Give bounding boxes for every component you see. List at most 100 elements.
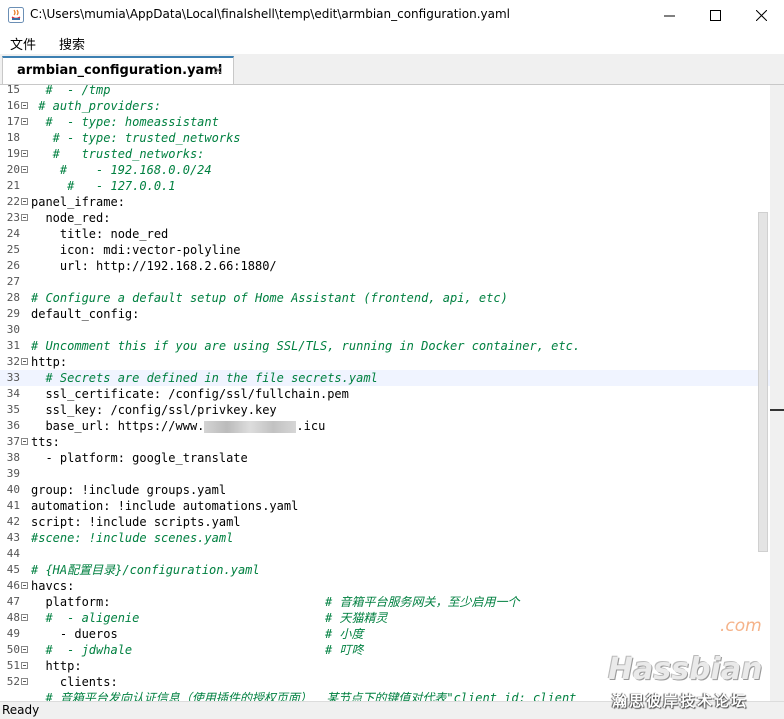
line-number: 15 [6,85,20,96]
code-line[interactable]: 32 http: [0,354,770,370]
code-line[interactable]: 37 tts: [0,434,770,450]
code-line[interactable]: 29 default_config: [0,306,770,322]
line-number: 24 [6,227,20,240]
code-line[interactable]: 23 node_red: [0,210,770,226]
code-line[interactable]: 41 automation: !include automations.yaml [0,498,770,514]
fold-toggle-icon[interactable] [21,166,28,173]
code-text: # - jdwhale # 叮咚 [31,643,364,657]
code-line[interactable]: 33 # Secrets are defined in the file sec… [0,370,770,386]
fold-toggle-icon[interactable] [21,214,28,221]
code-editor[interactable]: 15 # - /tmp 16 # auth_providers: 17 # - ty… [0,85,770,701]
fold-toggle-icon[interactable] [21,198,28,205]
minimize-button[interactable] [646,0,692,30]
code-text: automation: !include automations.yaml [31,499,299,513]
code-line[interactable]: 21 # - 127.0.0.1 [0,178,770,194]
code-text: ssl_key: /config/ssl/privkey.key [31,403,277,417]
line-number: 39 [6,467,20,480]
vertical-scrollbar[interactable] [770,85,784,701]
code-text: # 音箱平台发向认证信息（使用插件的授权页面） 某节点下的键值对代表"clien… [31,691,584,701]
code-line[interactable]: 47 platform: # 音箱平台服务网关，至少启用一个 [0,594,770,610]
code-line[interactable]: 45 # {HA配置目录}/configuration.yaml [0,562,770,578]
window-title: C:\Users\mumia\AppData\Local\finalshell\… [30,7,510,21]
menu-search[interactable]: 搜索 [59,34,85,53]
code-text: # Uncomment this if you are using SSL/TL… [31,339,581,353]
editor-scroll-thumb[interactable] [758,212,768,552]
line-number: 42 [6,515,20,528]
fold-toggle-icon[interactable] [21,118,28,125]
watermark-logo: Hassbian [608,652,763,687]
line-number: 36 [6,419,20,432]
code-line[interactable]: 30 [0,322,770,338]
tab-strip: armbian_configuration.yaml × [0,54,784,85]
menu-file[interactable]: 文件 [10,34,36,53]
close-button[interactable] [738,0,784,30]
code-text: #scene: !include scenes.yaml [31,531,234,545]
line-number: 30 [6,323,20,336]
fold-toggle-icon[interactable] [21,150,28,157]
code-line[interactable]: 36 base_url: https://www. .icu [0,418,770,434]
code-line[interactable]: 35 ssl_key: /config/ssl/privkey.key [0,402,770,418]
code-line[interactable]: 18 # - type: trusted_networks [0,130,770,146]
fold-toggle-icon[interactable] [21,102,28,109]
fold-toggle-icon[interactable] [21,358,28,365]
tab-armbian-configuration[interactable]: armbian_configuration.yaml × [2,56,234,84]
fold-toggle-icon[interactable] [21,582,28,589]
fold-toggle-icon[interactable] [21,678,28,685]
line-number: 28 [6,291,20,304]
minimize-icon [663,15,675,16]
code-line[interactable]: 20 # - 192.168.0.0/24 [0,162,770,178]
code-line[interactable]: 48 # - aligenie # 天猫精灵 [0,610,770,626]
code-line[interactable]: 16 # auth_providers: [0,98,770,114]
code-line[interactable]: 49 - dueros # 小度 [0,626,770,642]
line-number: 44 [6,547,20,560]
code-line[interactable]: 40 group: !include groups.yaml [0,482,770,498]
code-text: url: http://192.168.2.66:1880/ [31,259,277,273]
maximize-button[interactable] [692,0,738,30]
code-line[interactable]: 19 # trusted_networks: [0,146,770,162]
close-icon [755,9,767,21]
code-text: havcs: [31,579,75,593]
inline-comment: # 叮咚 [325,643,364,657]
code-line[interactable]: 44 [0,546,770,562]
maximize-icon [709,9,721,21]
code-line[interactable]: 38 - platform: google_translate [0,450,770,466]
line-number: 16 [6,99,20,112]
line-number: 49 [6,627,20,640]
code-line[interactable]: 39 [0,466,770,482]
code-line[interactable]: 31 # Uncomment this if you are using SSL/… [0,338,770,354]
fold-toggle-icon[interactable] [21,614,28,621]
code-line[interactable]: 22 panel_iframe: [0,194,770,210]
fold-toggle-icon[interactable] [21,438,28,445]
line-number: 21 [6,179,20,192]
code-line[interactable]: 42 script: !include scripts.yaml [0,514,770,530]
fold-toggle-icon[interactable] [21,662,28,669]
code-line[interactable]: 28 # Configure a default setup of Home As… [0,290,770,306]
code-text: # trusted_networks: [31,147,205,161]
code-text: # Configure a default setup of Home Assi… [31,291,508,305]
code-line[interactable]: 26 url: http://192.168.2.66:1880/ [0,258,770,274]
code-text: group: !include groups.yaml [31,483,227,497]
code-line[interactable]: 15 # - /tmp [0,85,770,98]
code-text: # - 127.0.0.1 [31,179,176,193]
code-text: default_config: [31,307,140,321]
code-text: # auth_providers: [31,99,162,113]
code-line[interactable]: 46 havcs: [0,578,770,594]
tab-close-icon[interactable]: × [213,63,223,77]
line-number: 48 [6,611,20,624]
code-line[interactable]: 34 ssl_certificate: /config/ssl/fullchai… [0,386,770,402]
code-line[interactable]: 25 icon: mdi:vector-polyline [0,242,770,258]
code-line[interactable]: 43 #scene: !include scenes.yaml [0,530,770,546]
watermark-com: .com [720,616,762,636]
code-text: # - 192.168.0.0/24 [31,163,212,177]
code-line[interactable]: 24 title: node_red [0,226,770,242]
code-text: title: node_red [31,227,169,241]
line-number: 25 [6,243,20,256]
inline-comment: # 音箱平台服务网关，至少启用一个 [325,595,520,609]
code-line[interactable]: 17 # - type: homeassistant [0,114,770,130]
line-number: 17 [6,115,20,128]
code-line[interactable]: 27 [0,274,770,290]
line-number: 45 [6,563,20,576]
fold-toggle-icon[interactable] [21,646,28,653]
line-number: 50 [6,643,20,656]
scroll-position-marker [770,409,784,411]
